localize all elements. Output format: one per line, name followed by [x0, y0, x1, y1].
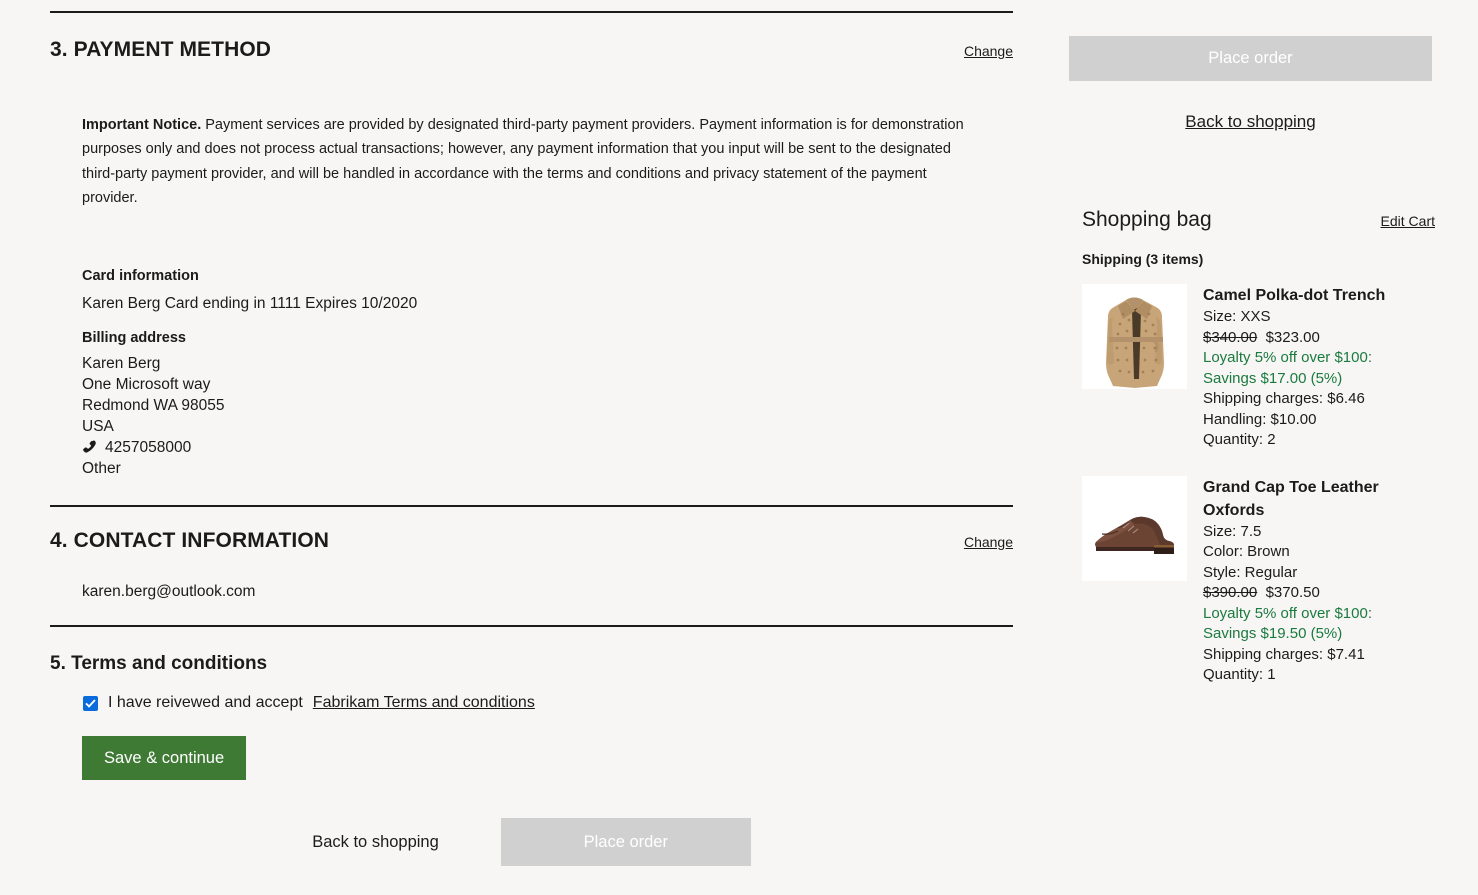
cart-item-quantity: Quantity: 2	[1203, 430, 1385, 451]
cart-item-savings-line: Savings $17.00 (5%)	[1203, 369, 1385, 390]
cart-item-name: Camel Polka-dot Trench	[1203, 284, 1385, 307]
billing-phone-row: 4257058000	[82, 437, 1013, 458]
terms-checkbox-label: I have reivewed and accept	[108, 694, 303, 712]
contact-section-title: 4. CONTACT INFORMATION	[50, 529, 329, 553]
billing-phone-number: 4257058000	[105, 437, 191, 458]
billing-street: One Microsoft way	[82, 374, 1013, 395]
shipping-items-label: Shipping (3 items)	[1082, 251, 1434, 267]
important-notice-label: Important Notice.	[82, 117, 201, 133]
cart-item-details: Grand Cap Toe Leather Oxfords Size: 7.5 …	[1203, 476, 1418, 686]
billing-city-state-zip: Redmond WA 98055	[82, 395, 1013, 416]
cart-item-attribute: Size: 7.5	[1203, 522, 1418, 543]
sidebar-back-to-shopping-link[interactable]: Back to shopping	[1069, 112, 1432, 132]
billing-name: Karen Berg	[82, 353, 1013, 374]
cart-item[interactable]: Grand Cap Toe Leather Oxfords Size: 7.5 …	[1082, 476, 1434, 686]
cart-item-attribute: Style: Regular	[1203, 563, 1418, 584]
cart-item-attribute: Color: Brown	[1203, 542, 1418, 563]
cart-item-promo-line: Loyalty 5% off over $100:	[1203, 604, 1418, 625]
oxford-shoe-thumbnail	[1082, 476, 1187, 581]
edit-cart-link[interactable]: Edit Cart	[1381, 213, 1435, 229]
terms-checkbox[interactable]	[83, 696, 98, 711]
footer-place-order-button[interactable]: Place order	[501, 818, 751, 866]
order-summary-sidebar: Place order Back to shopping Shopping ba…	[1069, 0, 1434, 686]
trench-coat-thumbnail	[1082, 284, 1187, 389]
cart-item-promo-line: Loyalty 5% off over $100:	[1203, 348, 1385, 369]
cart-item-price: $370.50	[1266, 584, 1320, 601]
cart-item-shipping-charges: Shipping charges: $7.41	[1203, 645, 1418, 666]
phone-icon	[82, 440, 97, 455]
cart-item-name: Grand Cap Toe Leather Oxfords	[1203, 476, 1418, 522]
important-notice-body: Payment services are provided by designa…	[82, 117, 964, 207]
cart-item[interactable]: Camel Polka-dot Trench Size: XXS $340.00…	[1082, 284, 1434, 451]
checkout-main-column: 3. PAYMENT METHOD Change Important Notic…	[50, 0, 1013, 780]
billing-address-label: Billing address	[82, 330, 1013, 346]
cart-item-attribute: Size: XXS	[1203, 307, 1385, 328]
payment-section-header: 3. PAYMENT METHOD Change	[50, 38, 1013, 62]
terms-acceptance-row: I have reivewed and accept Fabrikam Term…	[83, 694, 1013, 712]
cart-item-original-price: $340.00	[1203, 329, 1257, 346]
cart-item-price: $323.00	[1266, 329, 1320, 346]
cart-item-handling: Handling: $10.00	[1203, 410, 1385, 431]
shopping-bag-header: Shopping bag Edit Cart	[1082, 208, 1435, 232]
important-notice: Important Notice. Payment services are p…	[82, 113, 972, 211]
billing-phone-type: Other	[82, 458, 1013, 479]
cart-item-quantity: Quantity: 1	[1203, 665, 1418, 686]
payment-section-title: 3. PAYMENT METHOD	[50, 38, 271, 62]
cart-item-price-row: $340.00 $323.00	[1203, 328, 1385, 349]
footer-back-to-shopping-link[interactable]: Back to shopping	[312, 833, 439, 852]
sidebar-place-order-button[interactable]: Place order	[1069, 36, 1432, 81]
contact-email: karen.berg@outlook.com	[82, 583, 1013, 601]
cart-item-price-row: $390.00 $370.50	[1203, 583, 1418, 604]
card-information-value: Karen Berg Card ending in 1111 Expires 1…	[82, 293, 1013, 314]
terms-and-conditions-link[interactable]: Fabrikam Terms and conditions	[313, 694, 535, 712]
checkout-page: 3. PAYMENT METHOD Change Important Notic…	[0, 0, 1478, 895]
cart-item-details: Camel Polka-dot Trench Size: XXS $340.00…	[1203, 284, 1385, 451]
cart-item-shipping-charges: Shipping charges: $6.46	[1203, 389, 1385, 410]
cart-item-savings-line: Savings $19.50 (5%)	[1203, 624, 1418, 645]
contact-section-header: 4. CONTACT INFORMATION Change	[50, 529, 1013, 553]
contact-change-link[interactable]: Change	[964, 534, 1013, 550]
cart-item-original-price: $390.00	[1203, 584, 1257, 601]
checkout-footer: Back to shopping Place order	[50, 818, 1013, 866]
card-information-label: Card information	[82, 268, 1013, 284]
billing-country: USA	[82, 416, 1013, 437]
save-and-continue-button[interactable]: Save & continue	[82, 736, 246, 780]
terms-section-title: 5. Terms and conditions	[50, 653, 1013, 675]
shopping-bag-title: Shopping bag	[1082, 208, 1212, 232]
payment-change-link[interactable]: Change	[964, 43, 1013, 59]
